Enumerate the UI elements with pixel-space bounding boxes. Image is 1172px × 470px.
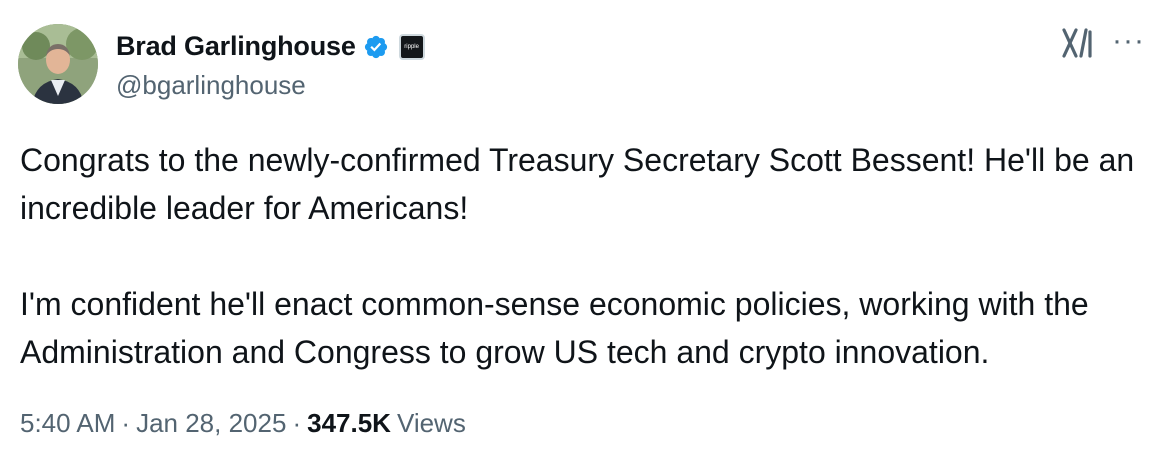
tweet-date[interactable]: Jan 28, 2025	[136, 408, 286, 439]
verified-badge-icon[interactable]	[363, 34, 389, 60]
tweet-header: Brad Garlinghouse ripple @bgarlinghouse	[18, 24, 425, 104]
avatar-image	[18, 24, 98, 104]
name-row: Brad Garlinghouse ripple	[116, 28, 425, 66]
tweet-time[interactable]: 5:40 AM	[20, 408, 115, 439]
tweet-meta: 5:40 AM · Jan 28, 2025 · 347.5K Views	[20, 408, 466, 439]
author-handle[interactable]: @bgarlinghouse	[116, 70, 425, 101]
author-identity: Brad Garlinghouse ripple @bgarlinghouse	[116, 28, 425, 101]
tweet-text: Congrats to the newly-confirmed Treasury…	[20, 136, 1160, 376]
meta-separator-2: ·	[292, 408, 302, 438]
more-options-button[interactable]: ···	[1112, 26, 1145, 56]
display-name[interactable]: Brad Garlinghouse	[116, 31, 356, 62]
meta-separator: ·	[121, 408, 131, 438]
avatar[interactable]	[18, 24, 98, 104]
tweet-paragraph-1: Congrats to the newly-confirmed Treasury…	[20, 142, 1135, 226]
tweet-paragraph-2: I'm confident he'll enact common-sense e…	[20, 286, 1089, 370]
affiliate-badge-icon[interactable]: ripple	[398, 33, 425, 60]
x-logo-icon[interactable]	[1062, 28, 1096, 58]
views-count[interactable]: 347.5K	[307, 408, 391, 439]
views-label[interactable]: Views	[397, 408, 466, 439]
tweet-card: Brad Garlinghouse ripple @bgarlinghouse …	[0, 0, 1172, 470]
